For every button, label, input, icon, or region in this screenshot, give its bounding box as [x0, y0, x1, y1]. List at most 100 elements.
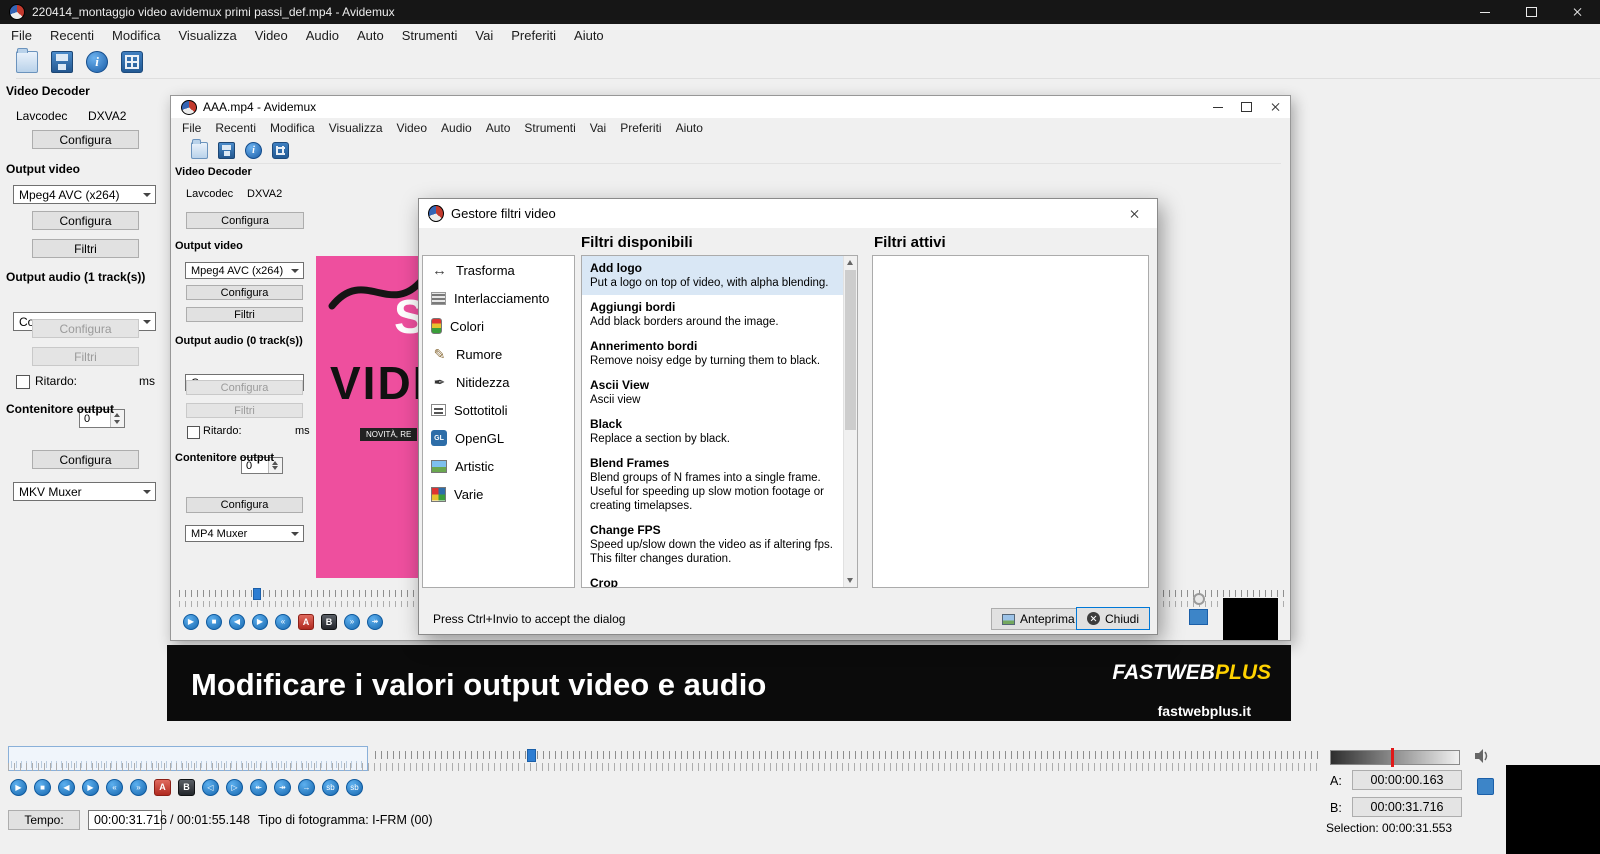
- minimize-button[interactable]: [1462, 0, 1508, 24]
- decoder-configure-button[interactable]: Configura: [32, 130, 139, 149]
- goto-time-button[interactable]: →: [298, 779, 315, 796]
- mute-toggle[interactable]: [1477, 778, 1494, 795]
- current-time-field[interactable]: 00:00:31.716: [88, 810, 162, 830]
- video-filters-button[interactable]: Filtri: [32, 239, 139, 258]
- open-icon[interactable]: [191, 142, 208, 159]
- video-codec-select[interactable]: Mpeg4 AVC (x264): [185, 262, 304, 279]
- menu-recenti[interactable]: Recenti: [41, 26, 103, 45]
- inner-last-frame-button[interactable]: ↠: [367, 614, 383, 630]
- filter-item-black[interactable]: BlackReplace a section by black.: [582, 412, 844, 451]
- child-minimize-button[interactable]: [1203, 96, 1232, 118]
- menu-auto[interactable]: Auto: [348, 26, 393, 45]
- scrollbar[interactable]: [843, 256, 857, 587]
- decoder-configure-button[interactable]: Configura: [186, 212, 304, 229]
- inner-menu-recenti[interactable]: Recenti: [208, 120, 263, 136]
- category-varie[interactable]: Varie: [423, 480, 574, 508]
- tempo-button[interactable]: Tempo:: [8, 810, 80, 830]
- scrollbar-thumb[interactable]: [845, 270, 856, 430]
- filter-item-add-logo[interactable]: Add logoPut a logo on top of video, with…: [582, 256, 844, 295]
- active-filter-list[interactable]: [872, 255, 1149, 588]
- mark-a-field[interactable]: 00:00:00.163: [1352, 770, 1462, 790]
- menu-strumenti[interactable]: Strumenti: [393, 26, 467, 45]
- child-maximize-button[interactable]: [1232, 96, 1261, 118]
- container-configure-button[interactable]: Configura: [32, 450, 139, 469]
- next-frame-button[interactable]: ▶: [82, 779, 99, 796]
- filter-item-blend-frames[interactable]: Blend FramesBlend groups of N frames int…: [582, 451, 844, 518]
- category-rumore[interactable]: Rumore: [423, 340, 574, 368]
- mark-a-button[interactable]: A: [154, 779, 171, 796]
- video-filters-button[interactable]: Filtri: [186, 307, 303, 322]
- prev-frame-button[interactable]: ◀: [58, 779, 75, 796]
- speaker-icon[interactable]: [1473, 747, 1491, 765]
- prev-black-frame-button[interactable]: ◁: [202, 779, 219, 796]
- category-artistic[interactable]: Artistic: [423, 452, 574, 480]
- last-frame-button[interactable]: ↠: [274, 779, 291, 796]
- delay-checkbox[interactable]: [187, 426, 200, 439]
- info-icon[interactable]: [86, 51, 108, 73]
- preview-button[interactable]: Anteprima: [991, 608, 1086, 630]
- video-codec-select[interactable]: Mpeg4 AVC (x264): [13, 185, 156, 204]
- filter-item-aggiungi-bordi[interactable]: Aggiungi bordiAdd black borders around t…: [582, 295, 844, 334]
- menu-audio[interactable]: Audio: [297, 26, 348, 45]
- inner-prev-keyframe-button[interactable]: «: [275, 614, 291, 630]
- category-interlacciamento[interactable]: Interlacciamento: [423, 284, 574, 312]
- video-configure-button[interactable]: Configura: [32, 211, 139, 230]
- maximize-button[interactable]: [1508, 0, 1554, 24]
- menu-file[interactable]: File: [2, 26, 41, 45]
- inner-stop-button[interactable]: ■: [206, 614, 222, 630]
- child-position-marker[interactable]: [253, 588, 261, 600]
- loop-icon[interactable]: [1193, 593, 1205, 605]
- close-dialog-button[interactable]: Chiudi: [1076, 607, 1150, 630]
- filter-item-annerimento-bordi[interactable]: Annerimento bordiRemove noisy edge by tu…: [582, 334, 844, 373]
- inner-menu-auto[interactable]: Auto: [479, 120, 518, 136]
- video-configure-button[interactable]: Configura: [186, 285, 303, 300]
- volume-slider[interactable]: [1330, 750, 1460, 765]
- inner-next-frame-button[interactable]: ▶: [252, 614, 268, 630]
- menu-preferiti[interactable]: Preferiti: [502, 26, 565, 45]
- filter-item-crop[interactable]: Crop: [582, 571, 844, 587]
- mark-b-field[interactable]: 00:00:31.716: [1352, 797, 1462, 817]
- save-icon[interactable]: [51, 51, 73, 73]
- category-colori[interactable]: Colori: [423, 312, 574, 340]
- category-nitidezza[interactable]: Nitidezza: [423, 368, 574, 396]
- delay-checkbox[interactable]: [16, 375, 30, 389]
- category-sottotitoli[interactable]: Sottotitoli: [423, 396, 574, 424]
- filter-item-ascii-view[interactable]: Ascii ViewAscii view: [582, 373, 844, 412]
- menu-modifica[interactable]: Modifica: [103, 26, 169, 45]
- selection-end-button[interactable]: sb: [346, 779, 363, 796]
- inner-next-keyframe-button[interactable]: »: [344, 614, 360, 630]
- stop-button[interactable]: ■: [34, 779, 51, 796]
- info-icon[interactable]: [245, 142, 262, 159]
- inner-menu-aiuto[interactable]: Aiuto: [669, 120, 710, 136]
- timeline-ruler-minor[interactable]: [8, 763, 1320, 771]
- prev-keyframe-button[interactable]: «: [106, 779, 123, 796]
- inner-mark-a-button[interactable]: A: [298, 614, 314, 630]
- selection-start-button[interactable]: sb: [322, 779, 339, 796]
- inner-prev-frame-button[interactable]: ◀: [229, 614, 245, 630]
- menu-vai[interactable]: Vai: [466, 26, 502, 45]
- dialog-close-button[interactable]: [1112, 199, 1157, 228]
- filter-item-change-fps[interactable]: Change FPSSpeed up/slow down the video a…: [582, 518, 844, 571]
- filter-category-list[interactable]: TrasformaInterlacciamentoColoriRumoreNit…: [422, 255, 575, 588]
- menu-video[interactable]: Video: [246, 26, 297, 45]
- timeline-ruler[interactable]: [375, 751, 1320, 759]
- calculator-icon[interactable]: [121, 51, 143, 73]
- next-keyframe-button[interactable]: »: [130, 779, 147, 796]
- inner-play-button[interactable]: ▶: [183, 614, 199, 630]
- category-trasforma[interactable]: Trasforma: [423, 256, 574, 284]
- container-configure-button[interactable]: Configura: [186, 497, 303, 513]
- save-icon[interactable]: [218, 142, 235, 159]
- available-filter-list[interactable]: Add logoPut a logo on top of video, with…: [581, 255, 858, 588]
- inner-menu-modifica[interactable]: Modifica: [263, 120, 322, 136]
- mark-b-button[interactable]: B: [178, 779, 195, 796]
- category-opengl[interactable]: OpenGL: [423, 424, 574, 452]
- open-icon[interactable]: [16, 51, 38, 73]
- first-frame-button[interactable]: ↞: [250, 779, 267, 796]
- inner-menu-vai[interactable]: Vai: [583, 120, 613, 136]
- close-button[interactable]: [1554, 0, 1600, 24]
- scroll-down-icon[interactable]: [844, 574, 857, 587]
- position-marker[interactable]: [527, 749, 536, 762]
- inner-menu-file[interactable]: File: [175, 120, 208, 136]
- inner-menu-strumenti[interactable]: Strumenti: [517, 120, 582, 136]
- inner-menu-visualizza[interactable]: Visualizza: [322, 120, 390, 136]
